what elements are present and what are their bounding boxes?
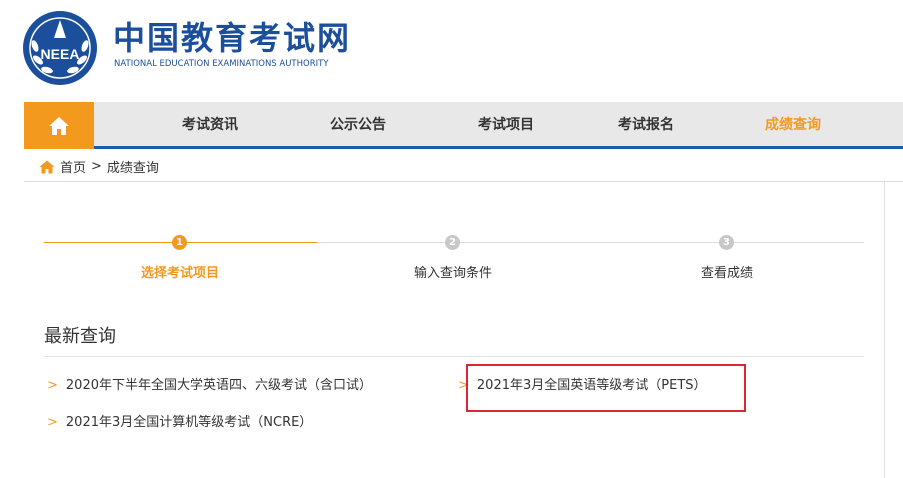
breadcrumb-home-link[interactable]: 首页	[60, 157, 86, 176]
step-line-2	[317, 242, 864, 243]
step-2-label: 输入查询条件	[413, 266, 493, 281]
query-steps: 1 2 3 选择考试项目 输入查询条件 查看成绩	[44, 230, 864, 281]
step-2-badge: 2	[445, 235, 460, 250]
nav-item-score-query[interactable]: 成绩查询	[765, 102, 821, 149]
breadcrumb-separator: >	[91, 159, 102, 174]
recent-link-cet-label: 2020年下半年全国大学英语四、六级考试（含口试）	[65, 378, 372, 393]
step-1-label: 选择考试项目	[140, 266, 220, 281]
recent-queries-title: 最新查询	[44, 326, 116, 347]
step-3-label: 查看成绩	[700, 266, 754, 281]
recent-link-ncre-label: 2021年3月全国计算机等级考试（NCRE）	[65, 415, 313, 430]
breadcrumb-home-icon	[39, 160, 55, 174]
recent-link-cet[interactable]: >2020年下半年全国大学英语四、六级考试（含口试）	[47, 377, 372, 395]
svg-text:NEEA: NEEA	[41, 46, 80, 62]
chevron-right-icon: >	[47, 378, 58, 393]
site-header: NEEA 中国教育考试网 NATIONAL EDUCATION EXAMINAT…	[0, 0, 903, 100]
nav-home-button[interactable]	[24, 102, 94, 149]
nav-item-announcements[interactable]: 公示公告	[330, 102, 386, 149]
site-title-cn[interactable]: 中国教育考试网	[113, 18, 351, 58]
breadcrumb-current: 成绩查询	[106, 161, 159, 176]
main-nav: 考试资讯 公示公告 考试项目 考试报名 成绩查询	[24, 102, 903, 149]
nav-item-registration[interactable]: 考试报名	[618, 102, 674, 149]
recent-link-ncre[interactable]: >2021年3月全国计算机等级考试（NCRE）	[47, 414, 312, 432]
neea-emblem-icon[interactable]: NEEA	[22, 10, 98, 86]
nav-item-exam-projects[interactable]: 考试项目	[478, 102, 534, 149]
step-1-badge: 1	[172, 235, 187, 250]
nav-item-exam-news[interactable]: 考试资讯	[182, 102, 238, 149]
chevron-right-icon: >	[47, 415, 58, 430]
content-right-border	[884, 182, 885, 478]
recent-queries-divider	[44, 356, 864, 357]
highlight-box-pets	[466, 364, 746, 412]
home-icon	[49, 116, 69, 135]
site-title-en: NATIONAL EDUCATION EXAMINATIONS AUTHORIT…	[114, 59, 329, 69]
step-3-badge: 3	[719, 235, 734, 250]
breadcrumb: 首页 > 成绩查询	[24, 152, 903, 182]
